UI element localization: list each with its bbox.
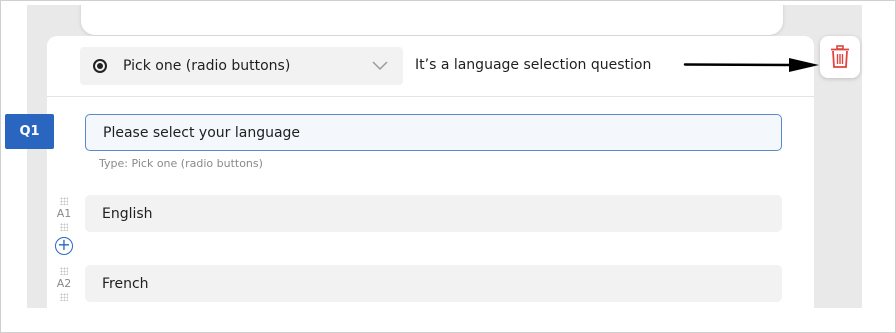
drag-handle-icon[interactable] <box>60 197 68 205</box>
question-number-badge: Q1 <box>5 114 54 149</box>
answer-number: A1 <box>56 207 72 220</box>
answer-number: A2 <box>56 277 72 290</box>
answer-input[interactable]: French <box>85 265 782 302</box>
question-note: It’s a language selection question <box>415 57 652 73</box>
question-type-hint: Type: Pick one (radio buttons) <box>99 157 263 170</box>
drag-handle-icon[interactable] <box>60 293 68 301</box>
answer-input[interactable]: English <box>85 195 782 232</box>
question-text-input[interactable]: Please select your language <box>85 114 782 151</box>
screenshot-frame: Pick one (radio buttons) It’s a language… <box>0 0 896 333</box>
drag-handle-icon[interactable] <box>60 223 68 231</box>
add-answer-icon[interactable]: + <box>55 237 73 255</box>
chevron-down-icon <box>372 61 388 71</box>
divider <box>47 96 814 97</box>
callout-arrow <box>683 58 819 72</box>
question-type-select[interactable]: Pick one (radio buttons) <box>80 47 403 85</box>
drag-handle-icon[interactable] <box>60 267 68 275</box>
radio-selected-icon <box>93 59 107 73</box>
question-type-label: Pick one (radio buttons) <box>123 58 291 74</box>
delete-question-button[interactable] <box>820 36 860 78</box>
trash-icon <box>831 45 849 68</box>
previous-question-card <box>81 5 783 35</box>
